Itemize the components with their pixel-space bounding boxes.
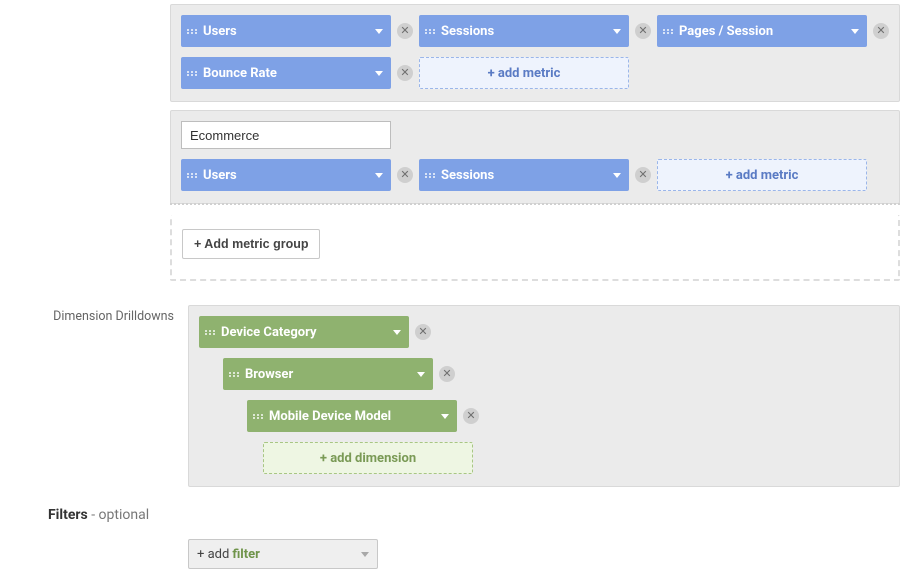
drag-icon [187, 29, 197, 34]
add-metric-button[interactable]: + add metric [657, 159, 867, 191]
metric-chip-users[interactable]: Users [181, 159, 391, 191]
dimension-drilldowns-panel: Device Category ✕ Browser ✕ [188, 305, 900, 487]
chevron-down-icon [613, 173, 621, 178]
add-metric-group-label: + Add metric group [194, 237, 308, 251]
filters-optional: - optional [88, 507, 149, 523]
drag-icon [425, 173, 435, 178]
dimension-chip-label: Browser [245, 367, 293, 382]
metric-chip-label: Users [203, 168, 237, 183]
add-metric-label: + add metric [726, 168, 799, 183]
dimension-drilldowns-label: Dimension Drilldowns [53, 309, 174, 324]
dimension-chip-device-category[interactable]: Device Category [199, 316, 409, 348]
metric-chip-sessions[interactable]: Sessions [419, 159, 629, 191]
remove-icon[interactable]: ✕ [397, 23, 413, 39]
divider [170, 203, 900, 215]
chevron-down-icon [851, 29, 859, 34]
chevron-down-icon [393, 330, 401, 335]
chevron-down-icon [361, 552, 369, 557]
remove-icon[interactable]: ✕ [397, 65, 413, 81]
chevron-down-icon [375, 71, 383, 76]
metric-chip-label: Bounce Rate [203, 66, 277, 81]
chevron-down-icon [375, 29, 383, 34]
remove-icon[interactable]: ✕ [439, 366, 455, 382]
metric-chip-pages-session[interactable]: Pages / Session [657, 15, 867, 47]
metric-chip-users[interactable]: Users [181, 15, 391, 47]
chevron-down-icon [613, 29, 621, 34]
remove-icon[interactable]: ✕ [635, 167, 651, 183]
dimension-chip-mobile-device-model[interactable]: Mobile Device Model [247, 400, 457, 432]
filters-heading: Filters - optional [8, 487, 900, 535]
remove-icon[interactable]: ✕ [397, 167, 413, 183]
remove-icon[interactable]: ✕ [873, 23, 889, 39]
drag-icon [205, 330, 215, 335]
add-dimension-label: + add dimension [320, 451, 416, 466]
add-metric-group-area: + Add metric group [170, 215, 900, 281]
metric-chip-bounce-rate[interactable]: Bounce Rate [181, 57, 391, 89]
metric-group-2: Users ✕ Sessions ✕ + add metric [170, 110, 900, 204]
remove-icon[interactable]: ✕ [415, 324, 431, 340]
dimension-chip-label: Mobile Device Model [269, 409, 391, 424]
drag-icon [663, 29, 673, 34]
filters-title: Filters [48, 507, 88, 523]
drag-icon [253, 414, 263, 419]
chevron-down-icon [417, 372, 425, 377]
add-metric-button[interactable]: + add metric [419, 57, 629, 89]
drag-icon [187, 173, 197, 178]
drag-icon [425, 29, 435, 34]
metric-chip-sessions[interactable]: Sessions [419, 15, 629, 47]
metric-chip-label: Sessions [441, 168, 494, 183]
dimension-chip-label: Device Category [221, 325, 317, 340]
dimension-chip-browser[interactable]: Browser [223, 358, 433, 390]
metric-chip-label: Users [203, 24, 237, 39]
add-filter-button[interactable]: + add filter [188, 539, 378, 569]
remove-icon[interactable]: ✕ [463, 408, 479, 424]
drag-icon [229, 372, 239, 377]
remove-icon[interactable]: ✕ [635, 23, 651, 39]
add-filter-keyword: filter [232, 547, 260, 562]
drag-icon [187, 71, 197, 76]
add-dimension-button[interactable]: + add dimension [263, 442, 473, 474]
add-metric-label: + add metric [488, 66, 561, 81]
add-filter-prefix: + add [197, 547, 229, 562]
metric-group-1: Users ✕ Sessions ✕ Pages / Session [170, 4, 900, 102]
chevron-down-icon [375, 173, 383, 178]
metric-group-name-input[interactable] [181, 121, 391, 149]
metric-chip-label: Sessions [441, 24, 494, 39]
add-metric-group-button[interactable]: + Add metric group [182, 229, 320, 259]
chevron-down-icon [441, 414, 449, 419]
metric-chip-label: Pages / Session [679, 24, 773, 39]
